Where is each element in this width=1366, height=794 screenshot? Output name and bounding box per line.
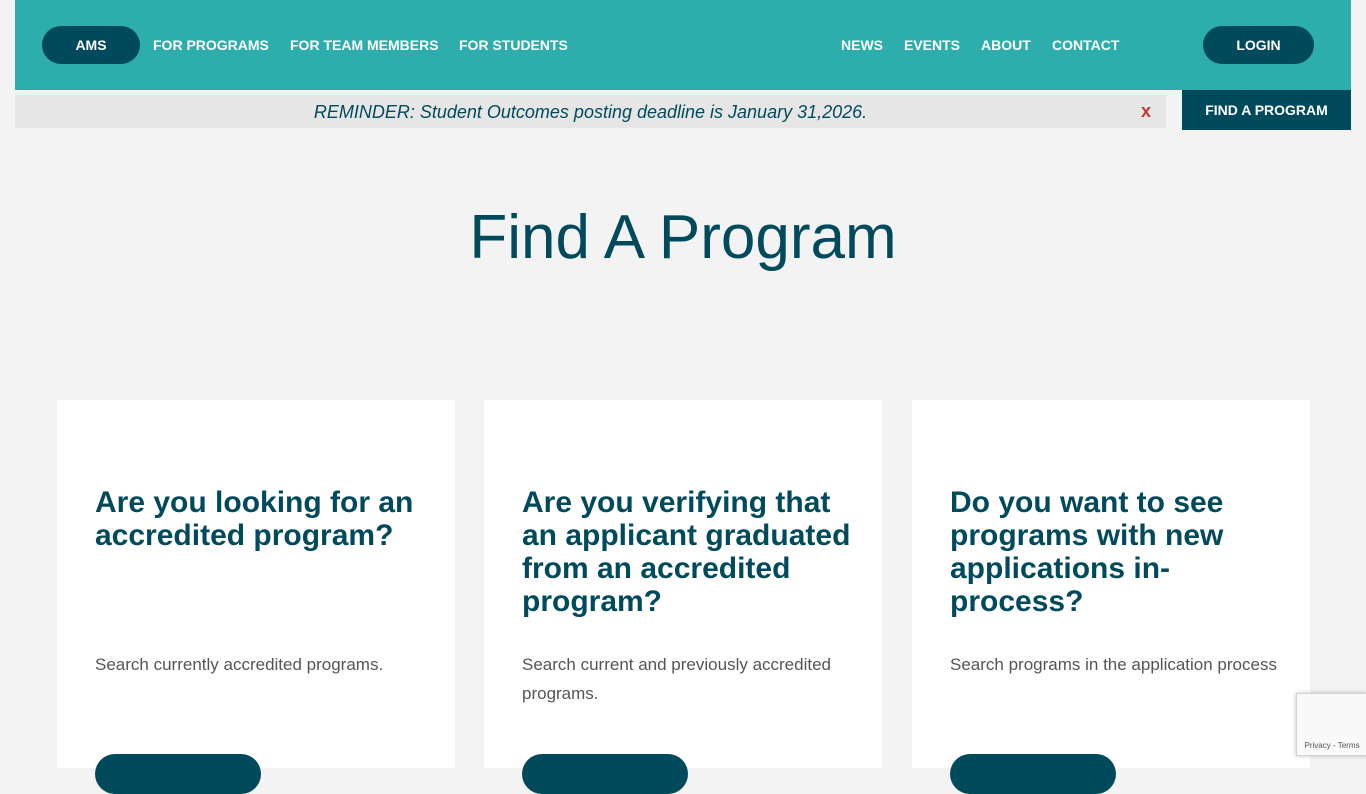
card-accredited-programs: Are you looking for an accredited progra… (57, 400, 455, 794)
card-heading: Are you looking for an accredited progra… (95, 486, 414, 552)
top-nav-bar: AMS FOR PROGRAMS FOR TEAM MEMBERS FOR ST… (15, 0, 1351, 90)
recaptcha-links: Privacy - Terms (1297, 741, 1366, 750)
card-heading: Are you verifying that an applicant grad… (522, 486, 851, 618)
privacy-link[interactable]: Privacy (1305, 741, 1331, 750)
reminder-banner: REMINDER: Student Outcomes posting deadl… (15, 95, 1166, 128)
login-button[interactable]: LOGIN (1203, 26, 1314, 64)
terms-link[interactable]: Terms (1338, 741, 1360, 750)
nav-contact[interactable]: CONTACT (1052, 37, 1119, 53)
nav-about[interactable]: ABOUT (981, 37, 1031, 53)
nav-events[interactable]: EVENTS (904, 37, 960, 53)
card-search-button[interactable] (522, 754, 688, 794)
page-title: Find A Program (469, 203, 897, 272)
card-search-button[interactable] (950, 754, 1116, 794)
find-a-program-button[interactable]: FIND A PROGRAM (1182, 90, 1351, 130)
close-icon[interactable]: x (1141, 101, 1151, 121)
recaptcha-badge[interactable]: Privacy - Terms (1296, 693, 1366, 756)
nav-for-programs[interactable]: FOR PROGRAMS (153, 37, 269, 53)
nav-for-team-members[interactable]: FOR TEAM MEMBERS (290, 37, 439, 53)
link-separator: - (1330, 741, 1338, 750)
card-description: Search current and previously accredited… (522, 655, 831, 703)
card-in-process-applications: Do you want to see programs with new app… (912, 400, 1310, 794)
card-search-button[interactable] (95, 754, 261, 794)
nav-news[interactable]: NEWS (841, 37, 883, 53)
reminder-text: REMINDER: Student Outcomes posting deadl… (313, 102, 868, 122)
card-description: Search currently accredited programs. (95, 655, 384, 674)
ams-button[interactable]: AMS (42, 26, 140, 64)
card-verify-graduate: Are you verifying that an applicant grad… (484, 400, 882, 794)
card-heading: Do you want to see programs with new app… (950, 486, 1224, 618)
nav-for-students[interactable]: FOR STUDENTS (459, 37, 568, 53)
card-description: Search programs in the application proce… (950, 655, 1277, 674)
